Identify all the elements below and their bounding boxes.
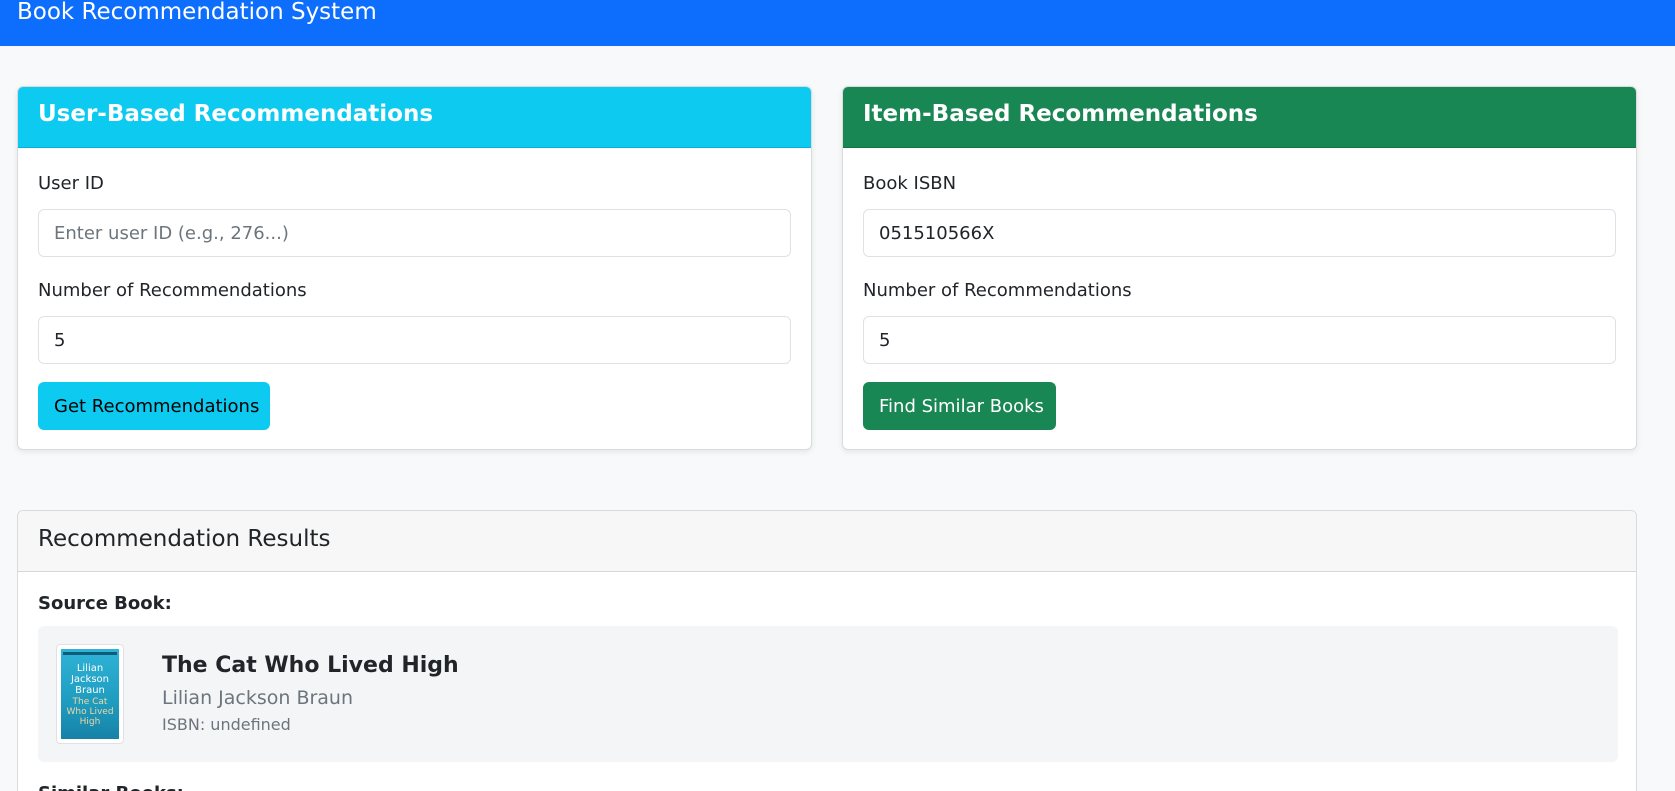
item-num-recommendations-label: Number of Recommendations bbox=[863, 280, 1132, 301]
item-based-card: Item-Based Recommendations Book ISBN Num… bbox=[842, 86, 1637, 450]
user-num-recommendations-label: Number of Recommendations bbox=[38, 280, 307, 301]
app-title[interactable]: Book Recommendation System bbox=[17, 0, 377, 27]
user-id-input[interactable] bbox=[38, 209, 791, 257]
source-book-item: Lilian Jackson Braun The Cat Who Lived H… bbox=[38, 626, 1618, 762]
find-similar-books-button[interactable]: Find Similar Books bbox=[863, 382, 1056, 430]
book-isbn-input[interactable] bbox=[863, 209, 1616, 257]
source-book-label: Source Book: bbox=[38, 593, 172, 614]
book-title: The Cat Who Lived High bbox=[162, 653, 459, 678]
similar-books-label: Similar Books: bbox=[38, 783, 184, 791]
top-navbar: Book Recommendation System bbox=[0, 0, 1675, 46]
book-cover-art: Lilian Jackson Braun The Cat Who Lived H… bbox=[61, 649, 119, 739]
item-based-card-header: Item-Based Recommendations bbox=[843, 87, 1636, 148]
results-card-header: Recommendation Results bbox=[18, 511, 1636, 572]
results-card: Recommendation Results Source Book: Lili… bbox=[17, 510, 1637, 791]
item-num-recommendations-input[interactable] bbox=[863, 316, 1616, 364]
item-based-card-title: Item-Based Recommendations bbox=[863, 101, 1258, 127]
user-based-card: User-Based Recommendations User ID Numbe… bbox=[17, 86, 812, 450]
cover-title-text: The Cat Who Lived High bbox=[66, 697, 114, 727]
book-isbn-label: Book ISBN bbox=[863, 173, 957, 194]
user-id-label: User ID bbox=[38, 173, 104, 194]
cover-band bbox=[63, 652, 117, 655]
book-isbn: ISBN: undefined bbox=[162, 715, 291, 734]
results-card-title: Recommendation Results bbox=[38, 526, 331, 552]
user-based-card-header: User-Based Recommendations bbox=[18, 87, 811, 148]
get-recommendations-button[interactable]: Get Recommendations bbox=[38, 382, 270, 430]
book-cover-image: Lilian Jackson Braun The Cat Who Lived H… bbox=[56, 644, 124, 744]
book-author: Lilian Jackson Braun bbox=[162, 687, 354, 709]
user-based-card-title: User-Based Recommendations bbox=[38, 101, 434, 127]
user-num-recommendations-input[interactable] bbox=[38, 316, 791, 364]
cover-author-text: Lilian Jackson Braun bbox=[70, 663, 110, 696]
